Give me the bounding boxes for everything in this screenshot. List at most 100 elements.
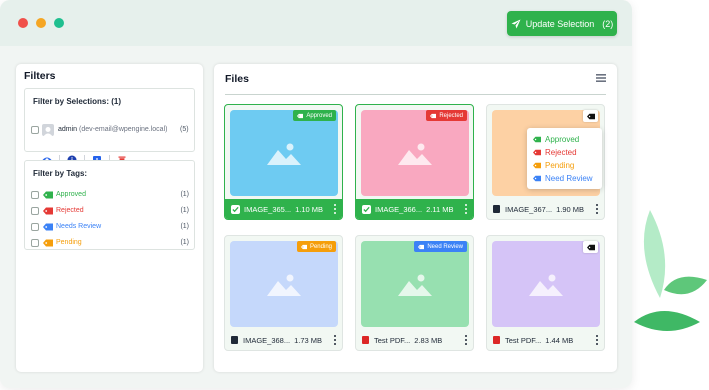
app-window: Update Selection (2) Filters Filter by S… (0, 0, 632, 388)
tag-label: Approved (56, 191, 86, 198)
file-footer: IMAGE_365... 1.10 MB (225, 199, 342, 219)
list-view-icon[interactable] (596, 74, 606, 82)
pdf-file-icon (493, 336, 500, 344)
pdf-file-icon (362, 336, 369, 344)
tag-icon (533, 162, 541, 169)
file-thumbnail[interactable] (492, 241, 600, 327)
status-badge: Rejected (426, 110, 467, 121)
file-name: IMAGE_368... (243, 335, 291, 345)
file-name: Test PDF... (374, 335, 411, 345)
image-placeholder-icon (267, 274, 301, 296)
file-size: 1.73 MB (294, 335, 323, 345)
file-name: IMAGE_366... (375, 204, 423, 214)
tag-filter-title: Filter by Tags: (33, 169, 88, 178)
send-icon (511, 19, 521, 28)
file-size: 1.10 MB (295, 204, 324, 214)
selection-filter-box: Filter by Selections: (1) admin (dev-ema… (24, 88, 195, 165)
file-name: Test PDF... (505, 335, 542, 345)
image-file-icon (493, 205, 500, 213)
file-size: 1.44 MB (545, 335, 574, 345)
tag-checkbox[interactable] (31, 223, 39, 231)
tag-count: (1) (180, 191, 189, 198)
file-thumbnail[interactable] (230, 241, 338, 327)
file-size: 2.83 MB (414, 335, 443, 345)
tag-label: Needs Review (56, 223, 102, 230)
tag-button[interactable] (583, 110, 598, 122)
tag-count: (1) (180, 239, 189, 246)
tag-option[interactable]: Pending (533, 159, 602, 172)
image-placeholder-icon (398, 143, 432, 165)
maximize-dot[interactable] (54, 18, 64, 28)
tag-icon (43, 239, 53, 247)
update-selection-label: Update Selection (525, 18, 595, 29)
tag-checkbox[interactable] (31, 207, 39, 215)
files-title: Files (225, 73, 249, 85)
file-card[interactable]: Approved IMAGE_365... 1.10 MB (224, 104, 343, 220)
file-footer: Test PDF... 1.44 MB (487, 330, 604, 350)
file-size: 2.11 MB (426, 204, 454, 214)
file-thumbnail[interactable] (361, 110, 469, 196)
tag-filter-needs-review[interactable]: Needs Review (1) (31, 222, 189, 232)
status-badge: Approved (293, 110, 336, 121)
files-panel: Files Approved IMAGE_365... 1.10 MB Rejecte… (214, 64, 617, 372)
image-placeholder-icon (398, 274, 432, 296)
tag-icon (43, 207, 53, 215)
tag-icon (533, 149, 541, 156)
more-options-icon[interactable] (334, 335, 337, 345)
user-name: admin (58, 126, 78, 133)
selected-checkbox[interactable] (231, 204, 240, 214)
title-bar: Update Selection (2) (0, 0, 632, 46)
more-options-icon[interactable] (465, 204, 468, 214)
tag-label: Rejected (56, 207, 84, 214)
tag-icon (586, 244, 595, 250)
file-card[interactable]: Need Review Test PDF... 2.83 MB (355, 235, 474, 351)
file-card[interactable]: Rejected IMAGE_366... 2.11 MB (355, 104, 474, 220)
more-options-icon[interactable] (596, 335, 599, 345)
file-thumbnail[interactable] (361, 241, 469, 327)
tag-checkbox[interactable] (31, 191, 39, 199)
tag-option[interactable]: Need Review (533, 172, 602, 185)
tag-icon (43, 223, 53, 231)
tag-option-label: Pending (545, 161, 575, 170)
file-card[interactable]: Test PDF... 1.44 MB (486, 235, 605, 351)
minimize-dot[interactable] (36, 18, 46, 28)
tag-option[interactable]: Approved (533, 133, 602, 146)
tag-checkbox[interactable] (31, 239, 39, 247)
image-placeholder-icon (267, 143, 301, 165)
more-options-icon[interactable] (334, 204, 337, 214)
tag-icon (533, 136, 541, 143)
more-options-icon[interactable] (596, 204, 599, 214)
selection-filter-title: Filter by Selections: (1) (33, 97, 122, 106)
file-thumbnail[interactable] (230, 110, 338, 196)
tag-option-label: Approved (545, 135, 580, 144)
tag-icon (533, 175, 541, 182)
leaf-decoration (634, 210, 707, 331)
filters-panel: Filters Filter by Selections: (1) admin … (16, 64, 203, 372)
tag-filter-rejected[interactable]: Rejected (1) (31, 206, 189, 216)
file-name: IMAGE_365... (244, 204, 292, 214)
update-selection-count: (2) (602, 18, 614, 29)
files-divider (225, 94, 606, 95)
status-badge: Pending (296, 241, 336, 252)
tag-option[interactable]: Rejected (533, 146, 602, 159)
file-footer: IMAGE_368... 1.73 MB (225, 330, 342, 350)
image-placeholder-icon (529, 274, 563, 296)
user-email: (dev-email@wpengine.local) (79, 126, 168, 133)
avatar (42, 124, 54, 136)
tag-filter-approved[interactable]: Approved (1) (31, 190, 189, 200)
file-card[interactable]: Pending IMAGE_368... 1.73 MB (224, 235, 343, 351)
tag-filter-pending[interactable]: Pending (1) (31, 238, 189, 248)
file-size: 1.90 MB (556, 204, 585, 214)
user-entry[interactable]: admin (dev-email@wpengine.local) (58, 126, 167, 133)
selected-checkbox[interactable] (362, 204, 371, 214)
file-name: IMAGE_367... (505, 204, 553, 214)
filters-title: Filters (24, 70, 56, 82)
close-dot[interactable] (18, 18, 28, 28)
file-footer: Test PDF... 2.83 MB (356, 330, 473, 350)
status-badge: Need Review (414, 241, 467, 252)
user-checkbox[interactable] (31, 126, 39, 134)
tag-label: Pending (56, 239, 82, 246)
update-selection-button[interactable]: Update Selection (2) (507, 11, 617, 36)
more-options-icon[interactable] (465, 335, 468, 345)
tag-button[interactable] (583, 241, 598, 253)
